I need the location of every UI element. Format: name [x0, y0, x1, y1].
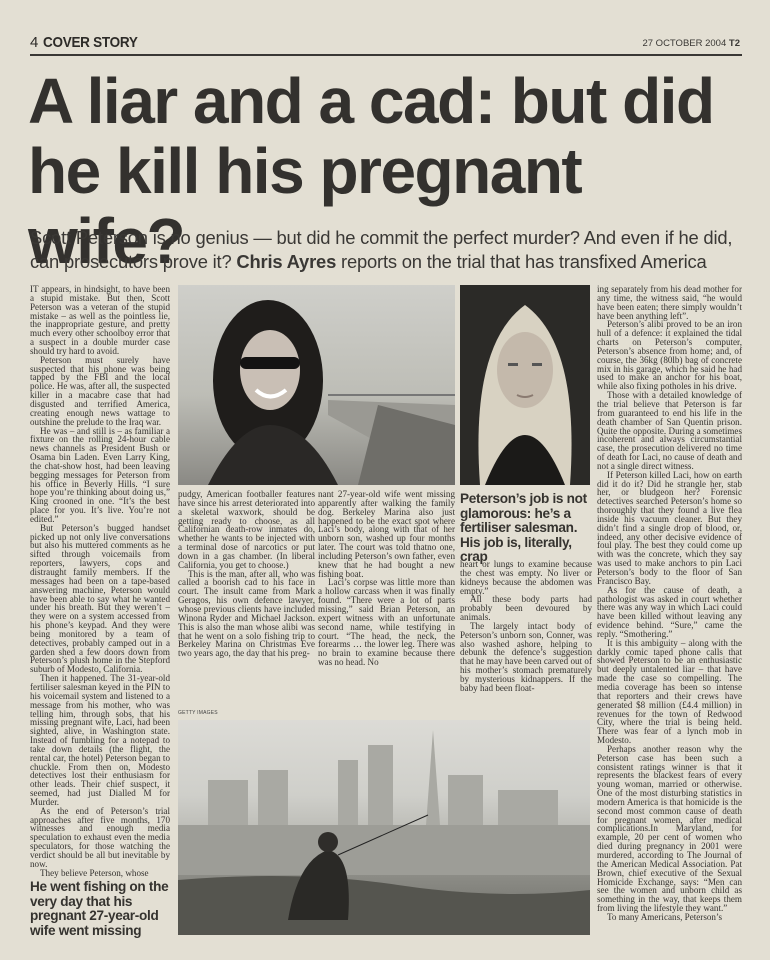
photo-man-fishing	[178, 720, 590, 935]
photo-blonde-image	[478, 305, 572, 485]
paragraph: It is this ambiguity – along with the da…	[597, 637, 742, 746]
paragraph: He was – and still is – as familiar a fi…	[30, 425, 170, 524]
paragraph: As for the cause of death, a pathologist…	[597, 584, 742, 639]
paragraph: This is the man, after all, who was call…	[178, 568, 315, 659]
article-column-1: IT appears, in hindsight, to have been a…	[30, 284, 170, 878]
photo-fishing-image	[178, 730, 590, 935]
paragraph: They believe Peterson, whose	[40, 867, 149, 878]
paragraph: heart or lungs to examine because the ch…	[460, 559, 592, 596]
paragraph: pudgy, American footballer features have…	[178, 489, 315, 570]
photo-laci-image	[208, 300, 455, 485]
section-label: COVER STORY	[42, 34, 138, 51]
paragraph: nant 27-year-old wife went missing appar…	[318, 489, 455, 579]
header-divider	[30, 54, 742, 56]
paragraph: Laci’s corpse was little more than a hol…	[318, 577, 455, 668]
paragraph: All these body parts had probably been d…	[460, 594, 592, 623]
page-folio: 4 COVER STORY	[30, 34, 148, 51]
page-number: 4	[30, 34, 39, 51]
paragraph: The largely intact body of Peterson’s un…	[460, 620, 592, 693]
standfirst-text-end: reports on the trial that has transfixed…	[341, 251, 707, 272]
paragraph: Those with a detailed knowledge of the t…	[597, 390, 742, 471]
photo-laci-peterson	[178, 285, 455, 485]
issue-date: 27 OCTOBER 2004 T2	[642, 38, 740, 49]
paragraph: Perhaps another reason why the Peterson …	[597, 743, 742, 914]
article-column-2: pudgy, American footballer features have…	[178, 489, 315, 659]
paragraph: As the end of Peterson’s trial approache…	[30, 805, 170, 869]
supplement-label: T2	[728, 38, 740, 49]
paragraph: If Peterson killed Laci, how on earth di…	[597, 469, 742, 586]
article-column-3: nant 27-year-old wife went missing appar…	[318, 489, 455, 668]
paragraph: Peterson must surely have suspected that…	[30, 354, 170, 427]
pull-quote-2: Peterson’s job is not glamorous: he’s a …	[460, 491, 587, 564]
byline-author: Chris Ayres	[236, 251, 337, 272]
paragraph: IT appears, in hindsight, to have been a…	[30, 284, 170, 356]
paragraph: ing separately from his dead mother for …	[597, 284, 742, 321]
paragraph: To many Americans, Peterson’s	[607, 911, 723, 922]
article-column-4: heart or lungs to examine because the ch…	[460, 559, 592, 693]
pull-quote: He went fishing on the very day that his…	[30, 879, 169, 938]
photo-credit: GETTY IMAGES	[178, 710, 218, 716]
photo-blonde-woman	[460, 285, 590, 485]
paragraph: Peterson’s alibi proved to be an iron hu…	[597, 319, 742, 392]
paragraph: But Peterson’s bugged handset picked up …	[30, 522, 170, 675]
paragraph: Then it happened. The 31-year-old fertil…	[30, 673, 170, 807]
standfirst: Scott Peterson is no genius — but did he…	[30, 226, 750, 274]
article-column-5: ing separately from his dead mother for …	[597, 284, 742, 922]
date: 27 OCTOBER 2004	[642, 38, 727, 49]
